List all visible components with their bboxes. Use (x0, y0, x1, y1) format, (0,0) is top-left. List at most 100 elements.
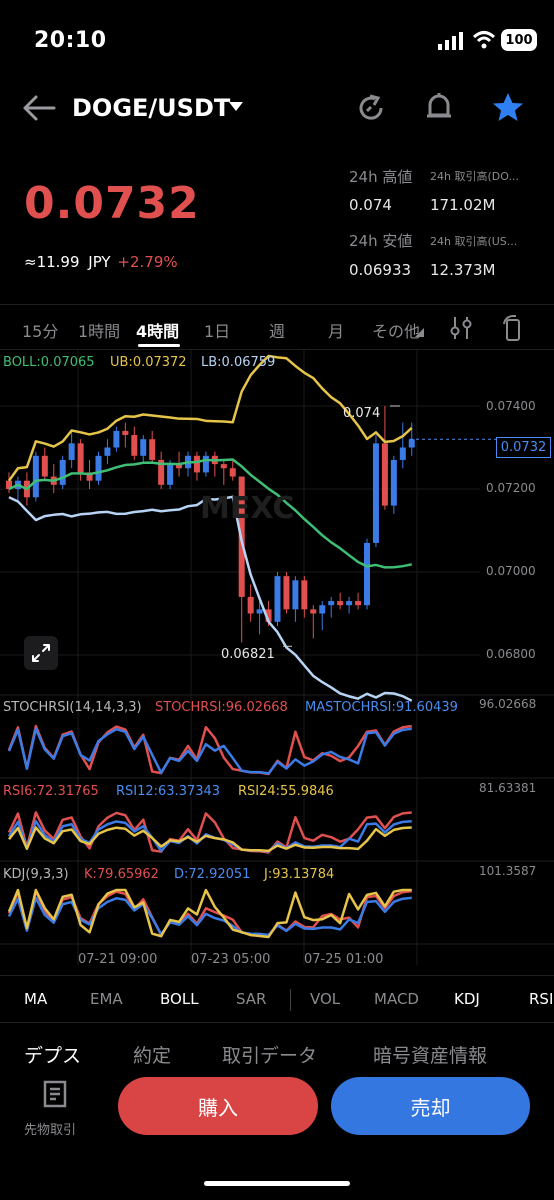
low-marker: 0.06821 (221, 647, 275, 662)
candle-body (113, 430, 120, 448)
vol-base-value: 171.02M (430, 196, 496, 214)
candle-body (256, 609, 263, 614)
y-tick: 0.07200 (486, 481, 536, 495)
candle-body (372, 443, 379, 543)
candle-body (59, 459, 66, 485)
settings-sliders-icon[interactable] (450, 315, 472, 341)
vol-quote-value: 12.373M (430, 261, 496, 279)
candle-body (32, 455, 39, 498)
candle-body (247, 596, 254, 614)
tab-trades[interactable]: 約定 (133, 1041, 171, 1068)
mastochrsi-line (7, 727, 412, 775)
wifi-icon (472, 31, 496, 49)
ind-tab-sar[interactable]: SAR (236, 990, 266, 1008)
candle-body (337, 601, 344, 606)
rsi-max: 81.63381 (479, 781, 537, 795)
tab-depth[interactable]: デプス (24, 1041, 81, 1068)
sell-button[interactable]: 売却 (331, 1077, 530, 1135)
tab-separator (290, 989, 291, 1011)
tf-more[interactable]: その他 (372, 318, 420, 342)
x-tick: 07-21 09:00 (78, 952, 158, 967)
buy-button[interactable]: 購入 (118, 1077, 318, 1135)
kdj-params: KDJ(9,3,3) (3, 867, 69, 882)
x-tick: 07-23 05:00 (191, 952, 271, 967)
approx-jpy: ≈11.99 JPY +2.79% (24, 253, 178, 271)
divider (0, 304, 554, 305)
candle-body (328, 601, 335, 606)
candle-body (390, 459, 397, 506)
candle-body (292, 580, 299, 610)
approx-jpy-value: ≈11.99 (24, 253, 80, 271)
mastochrsi-value: MASTOCHRSI:91.60439 (305, 700, 458, 715)
tf-1h[interactable]: 1時間 (78, 318, 120, 342)
stochrsi-max: 96.02668 (479, 697, 537, 711)
candle-body (381, 443, 388, 506)
tf-4h[interactable]: 4時間 (136, 318, 179, 342)
low-label: 24h 安値 (349, 232, 413, 250)
candle-body (140, 439, 147, 456)
divider (0, 1022, 554, 1023)
candle-body (408, 439, 415, 448)
last-price: 0.0732 (24, 178, 200, 229)
candle-body (319, 605, 326, 614)
candle-body (283, 576, 290, 610)
rsi24-value: RSI24:55.9846 (238, 784, 334, 799)
y-tick: 0.07000 (486, 564, 536, 578)
back-arrow-icon[interactable] (22, 94, 56, 122)
vol-base-label: 24h 取引高(DO... (430, 170, 519, 183)
rsi6-value: RSI6:72.31765 (3, 784, 99, 799)
tf-15m[interactable]: 15分 (22, 318, 58, 342)
candle-body (122, 430, 129, 436)
tf-1d[interactable]: 1日 (204, 318, 230, 342)
ind-tab-rsi[interactable]: RSI (529, 990, 553, 1008)
stochrsi-params: STOCHRSI(14,14,3,3) (3, 700, 142, 715)
rsi6-line (7, 811, 412, 854)
caret-down-icon[interactable] (228, 101, 244, 113)
candle-body (68, 443, 75, 460)
status-time: 20:10 (34, 28, 107, 53)
signal-icon (438, 32, 463, 50)
tf-active-indicator (138, 344, 180, 347)
tab-trade-data[interactable]: 取引データ (222, 1041, 317, 1068)
pair-selector[interactable]: DOGE/USDT (72, 94, 230, 122)
candle-body (149, 439, 156, 460)
rotate-screen-icon[interactable] (501, 314, 525, 342)
low-value: 0.06933 (349, 261, 412, 279)
bell-icon[interactable] (424, 91, 454, 123)
high-label: 24h 高値 (349, 168, 413, 186)
y-tick: 0.07400 (486, 399, 536, 413)
ind-tab-macd[interactable]: MACD (374, 990, 419, 1008)
candle-body (355, 601, 362, 606)
rsi12-value: RSI12:63.37343 (116, 784, 221, 799)
boll-value: BOLL:0.07065 (3, 355, 95, 370)
tab-asset-info[interactable]: 暗号資産情報 (373, 1041, 487, 1068)
kdj-k: K:79.65962 (84, 867, 159, 882)
candle-body (274, 576, 281, 622)
expand-icon (32, 644, 50, 662)
favorite-star-icon[interactable] (491, 91, 525, 123)
candle-body (193, 455, 200, 473)
kdj-j: J:93.13784 (264, 867, 335, 882)
ind-tab-ma[interactable]: MA (24, 990, 47, 1008)
futures-label: 先物取引 (24, 1123, 77, 1138)
ind-tab-vol[interactable]: VOL (310, 990, 340, 1008)
ind-tab-ema[interactable]: EMA (90, 990, 123, 1008)
candle-body (95, 455, 102, 481)
kdj-d-line (7, 896, 412, 937)
refresh-icon[interactable] (356, 93, 386, 123)
ind-tab-kdj[interactable]: KDJ (454, 990, 480, 1008)
candle-body (131, 435, 138, 456)
candle-body (167, 464, 174, 485)
document-icon (43, 1080, 67, 1108)
ind-tab-boll[interactable]: BOLL (160, 990, 199, 1008)
candle-body (346, 601, 353, 606)
tf-month[interactable]: 月 (328, 318, 344, 342)
kdj-max: 101.3587 (479, 864, 537, 878)
kdj-d: D:72.92051 (174, 867, 251, 882)
battery-icon: 100 (501, 29, 537, 51)
home-indicator (204, 1181, 350, 1186)
fullscreen-button[interactable] (24, 636, 58, 670)
candle-body (77, 443, 84, 473)
pair-name: DOGE/USDT (72, 94, 231, 122)
tf-week[interactable]: 週 (269, 318, 285, 342)
